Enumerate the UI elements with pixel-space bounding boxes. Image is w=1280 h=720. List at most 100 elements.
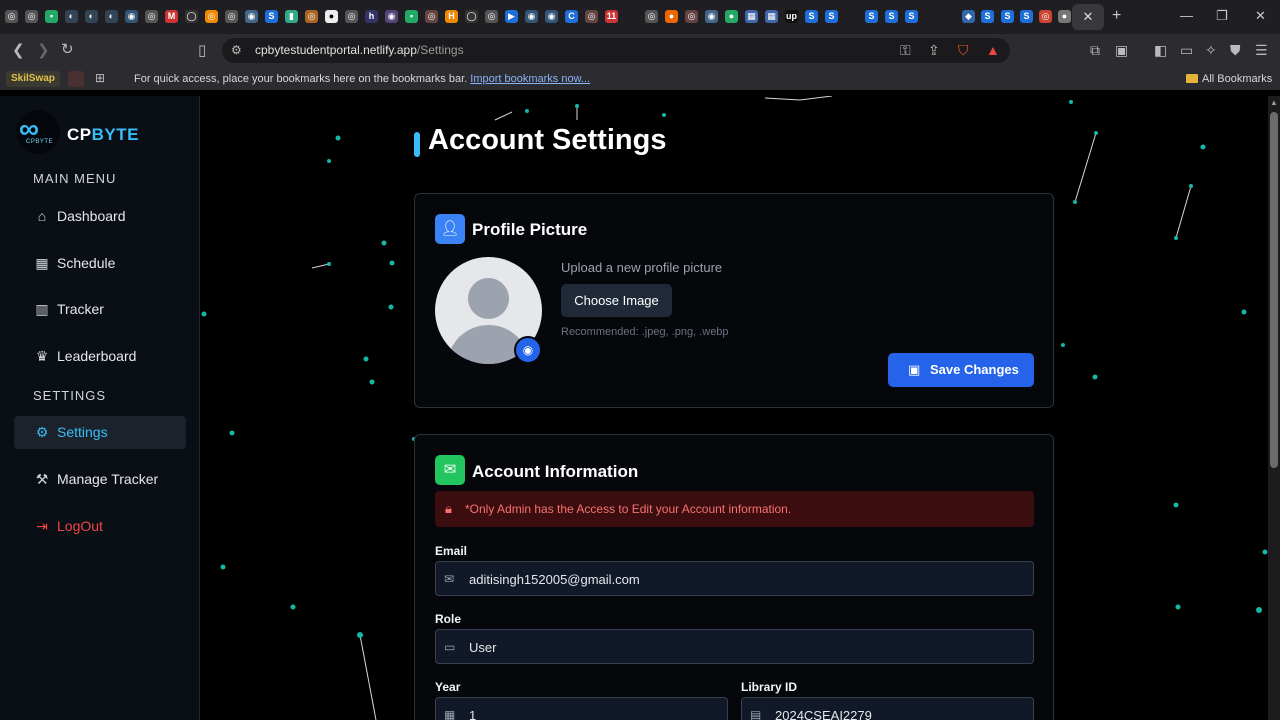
apps-grid-icon[interactable]: ⊞ xyxy=(95,71,105,85)
sidebar-item-tracker[interactable]: ▥ Tracker xyxy=(14,293,186,326)
scroll-up-icon[interactable]: ▲ xyxy=(1270,98,1278,107)
choose-image-button[interactable]: Choose Image xyxy=(561,284,672,317)
wallet-icon[interactable]: ▭ xyxy=(1180,42,1193,59)
logo[interactable]: ∞ CPBYTE xyxy=(16,110,60,154)
tab-favicon-icon[interactable]: ◎ xyxy=(5,10,18,23)
tab-favicon-icon[interactable]: ◎ xyxy=(305,10,318,23)
import-bookmarks-link[interactable]: Import bookmarks now... xyxy=(470,73,590,85)
tab-favicon-icon[interactable]: S xyxy=(805,10,818,23)
tab-favicon-icon[interactable]: ◉ xyxy=(125,10,138,23)
bookmark-skillswap[interactable]: SkilSwap xyxy=(6,71,60,87)
tab-favicon-icon[interactable]: ◎ xyxy=(425,10,438,23)
tab-favicon-icon[interactable]: S xyxy=(905,10,918,23)
close-tab-icon[interactable]: ✕ xyxy=(1072,4,1104,30)
particle-dot xyxy=(388,304,394,310)
tab-favicon-icon[interactable]: S xyxy=(825,10,838,23)
brave-rewards-icon[interactable]: ▲ xyxy=(986,42,1000,58)
sidebar-item-schedule[interactable]: ▦ Schedule xyxy=(14,247,186,280)
tab-favicon-icon[interactable]: ◎ xyxy=(645,10,658,23)
share-icon[interactable]: ⇪ xyxy=(928,42,940,59)
sidebar-item-dashboard[interactable]: ⌂ Dashboard xyxy=(14,200,186,233)
year-field[interactable]: ▦ 1 xyxy=(435,697,728,720)
role-field[interactable]: ▭ User xyxy=(435,629,1034,664)
sidebar-item-settings[interactable]: ⚙ Settings xyxy=(14,416,186,449)
tab-favicon-icon[interactable]: ◎ xyxy=(345,10,358,23)
tab-favicon-icon[interactable]: ● xyxy=(725,10,738,23)
tab-favicon-icon[interactable]: ▪ xyxy=(405,10,418,23)
tab-favicon-icon[interactable]: ▦ xyxy=(765,10,778,23)
vpn-icon[interactable]: ⛊ xyxy=(1230,42,1241,59)
sidebar-toggle-icon[interactable]: ◧ xyxy=(1154,42,1167,59)
tab-favicon-icon[interactable]: ◯ xyxy=(185,10,198,23)
tab-favicon-icon[interactable]: up xyxy=(785,10,798,23)
site-settings-icon[interactable]: ⚙ xyxy=(231,43,242,57)
tab-favicon-icon[interactable]: S xyxy=(265,10,278,23)
tab-favicon-icon[interactable]: ◯ xyxy=(465,10,478,23)
sidebar-item-manage-tracker[interactable]: ⚒ Manage Tracker xyxy=(14,463,186,496)
tab-favicon-icon[interactable]: ◎ xyxy=(145,10,158,23)
tab-favicon-icon[interactable]: ◉ xyxy=(545,10,558,23)
sidebar-item-logout[interactable]: ⇥ LogOut xyxy=(14,510,186,543)
tab-favicon-icon[interactable]: ● xyxy=(325,10,338,23)
tab-favicon-icon[interactable]: M xyxy=(165,10,178,23)
tab-favicon-icon[interactable]: S xyxy=(981,10,994,23)
tab-favicon-icon[interactable]: ◐ xyxy=(105,10,118,23)
all-bookmarks-button[interactable]: All Bookmarks xyxy=(1186,73,1272,85)
tab-favicon-icon[interactable]: ◎ xyxy=(485,10,498,23)
scrollbar-thumb[interactable] xyxy=(1270,112,1278,468)
extensions-icon[interactable]: ⧉ xyxy=(1090,42,1100,59)
tab-favicon-icon[interactable]: S xyxy=(885,10,898,23)
tab-favicon-icon[interactable]: C xyxy=(565,10,578,23)
tab-favicon-icon[interactable]: 11 xyxy=(605,10,618,23)
tab-favicon-icon[interactable]: S xyxy=(865,10,878,23)
forward-icon[interactable]: ❯ xyxy=(37,41,50,59)
save-changes-button[interactable]: ▣ Save Changes xyxy=(888,353,1034,387)
tab-favicon-icon[interactable]: ▶ xyxy=(505,10,518,23)
tab-favicon-icon[interactable]: ◎ xyxy=(1039,10,1052,23)
tab-favicon-icon[interactable]: ◉ xyxy=(705,10,718,23)
tab-favicon-icon[interactable]: S xyxy=(1001,10,1014,23)
tab-favicon-icon[interactable]: h xyxy=(365,10,378,23)
tab-favicon-icon[interactable]: ◎ xyxy=(585,10,598,23)
main-menu-heading: MAIN MENU xyxy=(33,171,117,186)
url-text[interactable]: cpbytestudentportal.netlify.app/Settings xyxy=(255,43,464,57)
tab-favicon-icon[interactable]: H xyxy=(445,10,458,23)
alert-text: *Only Admin has the Access to Edit your … xyxy=(465,502,792,516)
window-close-icon[interactable]: ✕ xyxy=(1255,8,1266,24)
save-icon: ▣ xyxy=(908,362,921,377)
bookmark-icon[interactable]: ▯ xyxy=(198,41,206,59)
particle-link xyxy=(1074,132,1097,203)
tab-favicon-icon[interactable]: ▮ xyxy=(285,10,298,23)
back-icon[interactable]: ❮ xyxy=(12,41,25,59)
tab-favicon-icon[interactable]: ▪ xyxy=(45,10,58,23)
sidebar-item-leaderboard[interactable]: ♛ Leaderboard xyxy=(14,340,186,373)
camera-icon[interactable]: ◉ xyxy=(514,336,542,364)
tab-favicon-icon[interactable]: ◎ xyxy=(205,10,218,23)
new-tab-icon[interactable]: + xyxy=(1112,7,1121,25)
tab-favicon-icon[interactable]: ◎ xyxy=(25,10,38,23)
reload-icon[interactable]: ↻ xyxy=(61,40,74,58)
tab-favicon-icon[interactable]: ◎ xyxy=(225,10,238,23)
tab-favicon-icon[interactable]: ◉ xyxy=(385,10,398,23)
bookmark-favicon-icon[interactable] xyxy=(68,71,84,87)
tab-favicon-icon[interactable]: ◎ xyxy=(685,10,698,23)
leo-ai-icon[interactable]: ✧ xyxy=(1205,42,1217,59)
tab-favicon-icon[interactable]: ● xyxy=(1058,10,1071,23)
menu-icon[interactable]: ☰ xyxy=(1255,42,1268,59)
tab-favicon-icon[interactable]: ◆ xyxy=(962,10,975,23)
particle-dot xyxy=(327,262,331,266)
tab-favicon-icon[interactable]: ● xyxy=(665,10,678,23)
tab-favicon-icon[interactable]: ◐ xyxy=(65,10,78,23)
minimize-icon[interactable]: — xyxy=(1180,8,1193,23)
tab-favicon-icon[interactable]: S xyxy=(1020,10,1033,23)
brave-shield-icon[interactable]: ⛉ xyxy=(958,42,969,59)
email-field[interactable]: ✉ aditisingh152005@gmail.com xyxy=(435,561,1034,596)
tab-favicon-icon[interactable]: ◐ xyxy=(85,10,98,23)
library-id-field[interactable]: ▤ 2024CSEAI2279 xyxy=(741,697,1034,720)
tab-favicon-icon[interactable]: ▦ xyxy=(745,10,758,23)
key-icon[interactable]: ⚿ xyxy=(900,42,911,59)
tab-favicon-icon[interactable]: ◉ xyxy=(245,10,258,23)
tab-favicon-icon[interactable]: ◉ xyxy=(525,10,538,23)
maximize-icon[interactable]: ❐ xyxy=(1216,8,1228,24)
reader-icon[interactable]: ▣ xyxy=(1115,42,1128,59)
